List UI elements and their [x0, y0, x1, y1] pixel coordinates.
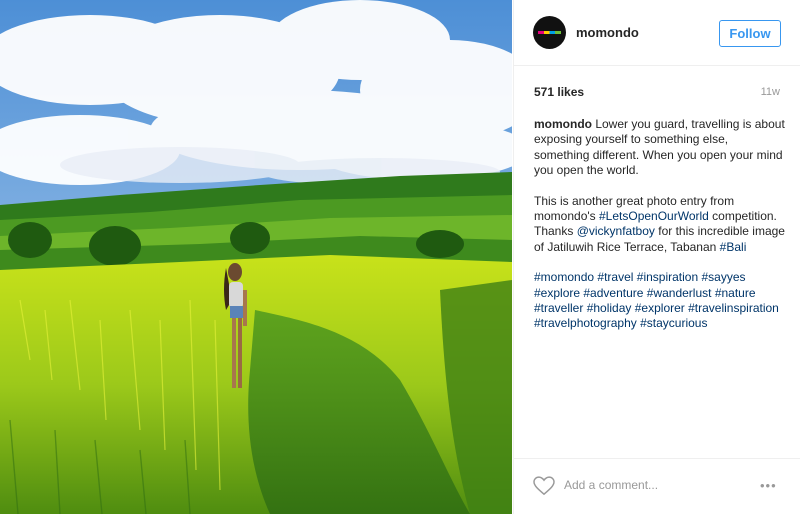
username-link[interactable]: momondo — [576, 25, 639, 40]
post-details-panel: momondo Follow 571 likes 11w momondo Low… — [513, 0, 800, 514]
caption: momondo Lower you guard, travelling is a… — [534, 117, 786, 347]
hashtag-link[interactable]: #travelinspiration — [688, 301, 779, 315]
hashtag-link[interactable]: #adventure — [583, 286, 643, 300]
hashtag-link[interactable]: #inspiration — [637, 270, 698, 284]
caption-paragraph-1: momondo Lower you guard, travelling is a… — [534, 117, 786, 179]
hashtag-link[interactable]: #sayyes — [701, 270, 745, 284]
heart-icon[interactable] — [533, 476, 555, 496]
comment-bar: Add a comment... ••• — [514, 458, 800, 514]
post-time[interactable]: 11w — [761, 86, 780, 98]
avatar[interactable] — [533, 16, 566, 49]
hashtag-link[interactable]: #momondo — [534, 270, 594, 284]
hashtag-link[interactable]: #holiday — [587, 301, 632, 315]
rice-terrace-photo — [0, 0, 512, 514]
hashtag-link[interactable]: #explore — [534, 286, 580, 300]
more-options-icon[interactable]: ••• — [760, 478, 777, 493]
hashtag-list: #momondo #travel #inspiration #sayyes #e… — [534, 270, 786, 332]
hashtag-link[interactable]: #Bali — [720, 240, 747, 254]
momondo-logo — [538, 31, 561, 34]
hashtag-link[interactable]: #travelphotography — [534, 316, 637, 330]
post-header: momondo Follow — [514, 0, 800, 66]
caption-paragraph-2: This is another great photo entry from m… — [534, 194, 786, 256]
caption-username[interactable]: momondo — [534, 117, 592, 131]
likes-count[interactable]: 571 likes — [534, 85, 584, 99]
hashtag-link[interactable]: #wanderlust — [647, 286, 712, 300]
hashtag-link[interactable]: #staycurious — [640, 316, 707, 330]
hashtag-link[interactable]: #traveller — [534, 301, 583, 315]
mention-link[interactable]: @vickynfatboy — [577, 224, 655, 238]
post-photo[interactable] — [0, 0, 512, 514]
hashtag-link[interactable]: #explorer — [635, 301, 685, 315]
hashtag-link[interactable]: #LetsOpenOurWorld — [599, 209, 709, 223]
follow-button[interactable]: Follow — [719, 20, 781, 47]
add-comment-input[interactable]: Add a comment... — [564, 478, 658, 492]
hashtag-link[interactable]: #nature — [715, 286, 756, 300]
hashtag-link[interactable]: #travel — [597, 270, 633, 284]
